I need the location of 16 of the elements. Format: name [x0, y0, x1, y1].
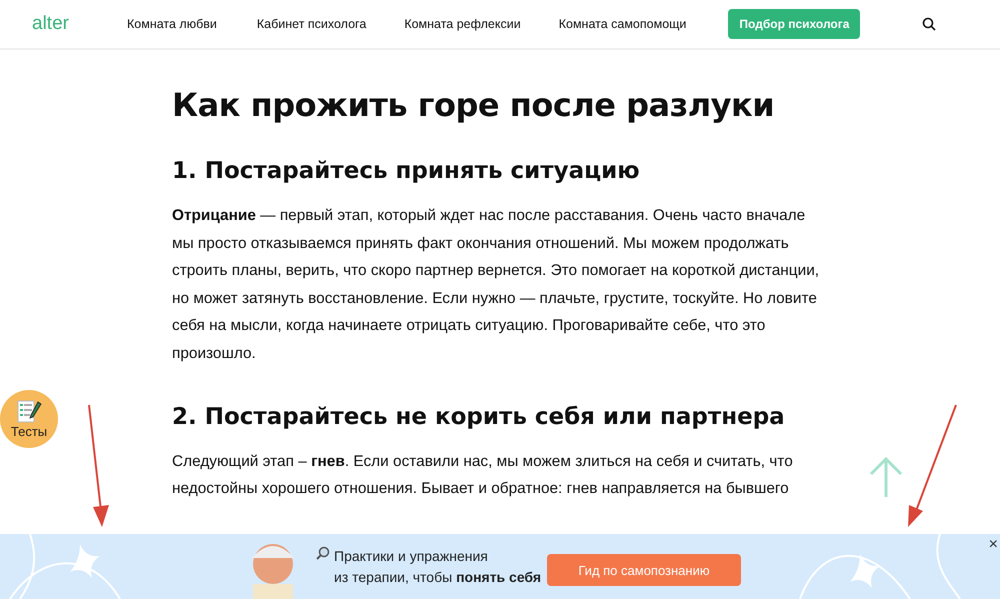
nav-link[interactable]: Кабинет психолога: [256, 17, 366, 31]
banner-text: из терапии, чтобы понять себя: [334, 568, 542, 587]
close-button[interactable]: ×: [986, 536, 1000, 554]
section-heading: 1. Постарайтесь принять ситуацию: [172, 158, 641, 184]
nav-link[interactable]: Комната рефлексии: [404, 17, 521, 31]
search-icon: [316, 546, 330, 560]
paragraph: Следующий этап – гнев. Если оставили нас, мы можем злиться на себя и считать, что недостойны хорошего отношения. Бывает и обратное: гнев направляется на бывшего: [172, 452, 794, 500]
nav-link[interactable]: Комната самопомощи: [558, 17, 686, 31]
section-heading: 2. Постарайтесь не корить себя или партнера: [172, 404, 786, 430]
search-icon[interactable]: [922, 17, 936, 31]
checklist-icon: [16, 400, 42, 424]
banner-text: Практики и упражнения: [334, 547, 488, 566]
paragraph: Отрицание — первый этап, который ждет нас после расставания. Очень часто вначале мы просто отказываемся принять факт окончания отношений. Мы можем продолжать строить планы, верить, что скоро партнер вернется. Это помогает на короткой дистанции, но может затянуть восстановление. Если нужно — плачьте, грустите, тоскуйте. Но ловите себя на мысли, когда начинаете отрицать ситуацию. Проговаривайте себе, что это произошло.: [172, 206, 820, 364]
nav-link[interactable]: Комната любви: [127, 17, 217, 31]
tests-button[interactable]: Тесты: [0, 390, 58, 448]
article-title: Как прожить горе после разлуки: [172, 86, 776, 124]
